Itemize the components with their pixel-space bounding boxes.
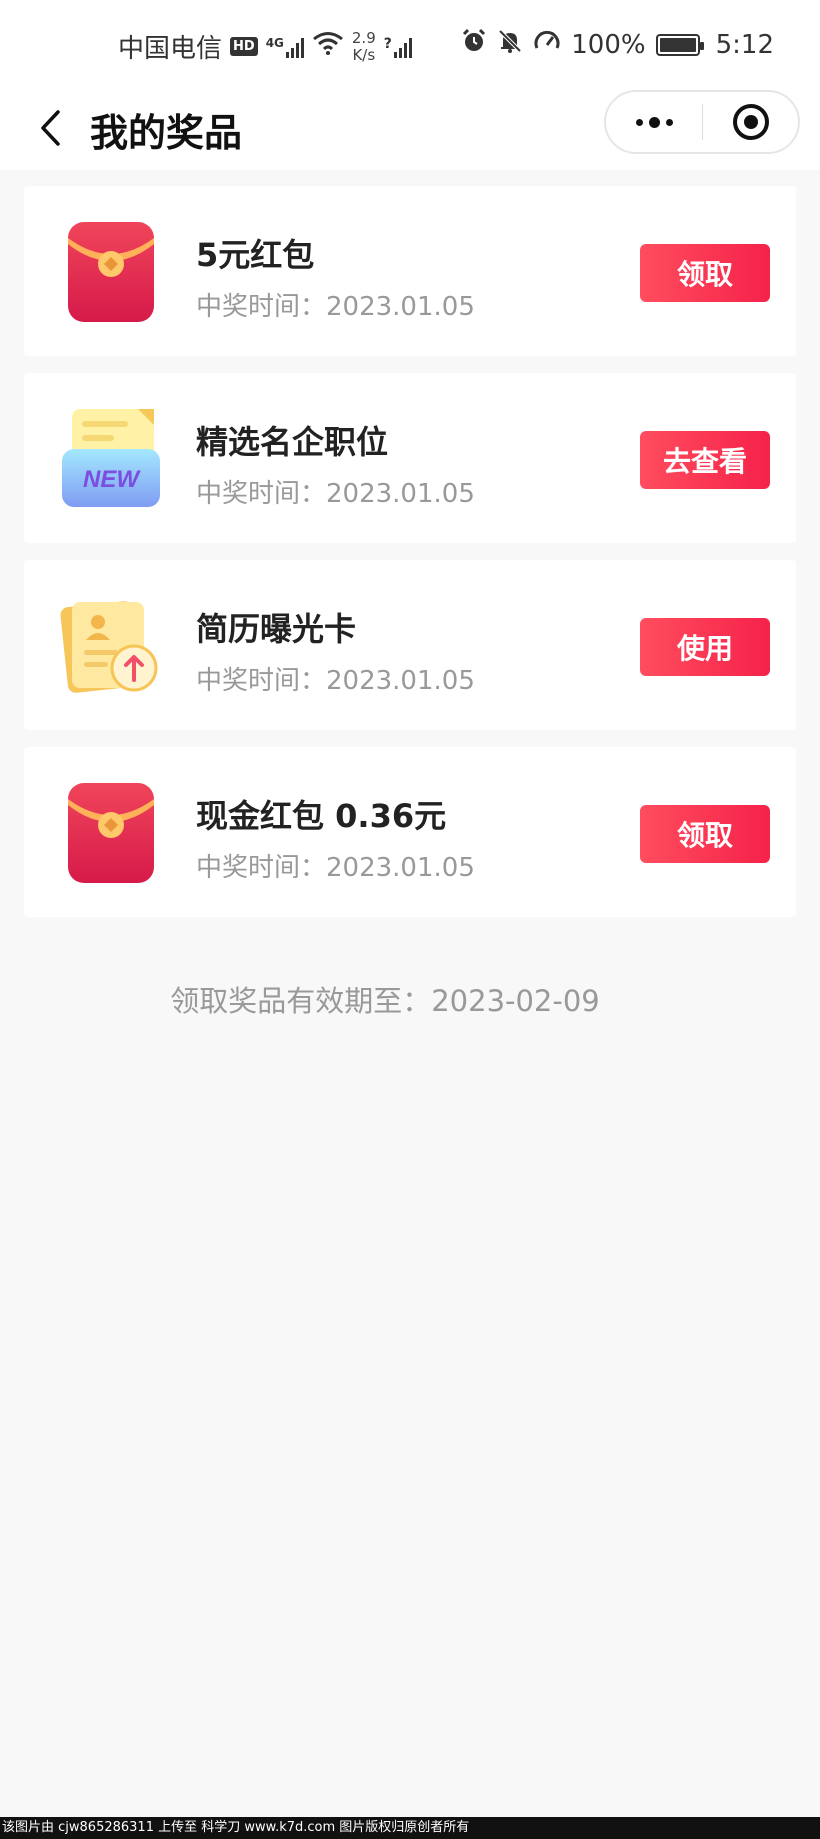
mini-program-capsule (604, 90, 800, 154)
prize-name: 现金红包 0.36元 (196, 797, 447, 835)
prize-time: 中奖时间：2023.01.05 (196, 479, 475, 509)
view-button[interactable]: 去查看 (640, 431, 770, 489)
close-miniprogram-button[interactable] (703, 92, 798, 152)
prize-name: 简历曝光卡 (196, 610, 357, 648)
speed-unit: K/s (352, 45, 376, 64)
chevron-left-icon (41, 110, 60, 146)
new-badge-text: NEW (83, 466, 141, 493)
net-type-label: 4G (265, 35, 284, 50)
new-folder-icon: NEW (58, 403, 164, 515)
clock-time: 5:12 (715, 29, 774, 60)
back-button[interactable] (26, 104, 74, 152)
prize-card: 简历曝光卡 中奖时间：2023.01.05 使用 (24, 560, 796, 730)
prize-card: 5元红包 中奖时间：2023.01.05 领取 (24, 186, 796, 356)
prize-name: 精选名企职位 (196, 423, 389, 461)
prize-time: 中奖时间：2023.01.05 (196, 853, 475, 883)
nav-bar: 我的奖品 (0, 90, 820, 170)
battery-percent: 100% (571, 29, 646, 60)
alarm-icon (461, 28, 487, 61)
prize-time: 中奖时间：2023.01.05 (196, 292, 475, 322)
watermark-bar: 该图片由 cjw865286311 上传至 科学刀 www.k7d.com 图片… (0, 1817, 820, 1839)
speed-value: 2.9 (351, 28, 376, 47)
resume-card-icon (58, 590, 164, 702)
status-right: 100% 5:12 (461, 28, 774, 61)
red-envelope-icon (58, 777, 164, 889)
prize-name: 5元红包 (196, 236, 315, 274)
signal-2-icon: ? (384, 36, 412, 58)
more-button[interactable] (606, 92, 702, 152)
mute-bell-icon (497, 28, 523, 61)
battery-icon (655, 33, 704, 56)
claim-button[interactable]: 领取 (640, 244, 770, 302)
use-button[interactable]: 使用 (640, 618, 770, 676)
wifi-icon (312, 31, 344, 62)
network-speed: 2.9 K/s (351, 28, 376, 64)
status-bar: 中国电信 HD 4G 2.9 K/s ? 100% 5:12 (0, 0, 820, 90)
speedometer-icon (533, 28, 561, 61)
prize-time: 中奖时间：2023.01.05 (196, 666, 475, 696)
claim-button[interactable]: 领取 (640, 805, 770, 863)
page-title: 我的奖品 (90, 111, 243, 155)
prize-card: NEW 精选名企职位 中奖时间：2023.01.05 去查看 (24, 373, 796, 543)
target-close-icon (732, 104, 769, 140)
carrier-label: 中国电信 (118, 34, 223, 64)
prize-card: 现金红包 0.36元 中奖时间：2023.01.05 领取 (24, 747, 796, 917)
red-envelope-icon (58, 216, 164, 328)
cellular-signal-icon: 4G (266, 36, 304, 58)
validity-note: 领取奖品有效期至：2023-02-09 (170, 984, 600, 1018)
status-left: 中国电信 HD 4G 2.9 K/s ? (118, 28, 412, 65)
hd-badge: HD (230, 37, 258, 56)
